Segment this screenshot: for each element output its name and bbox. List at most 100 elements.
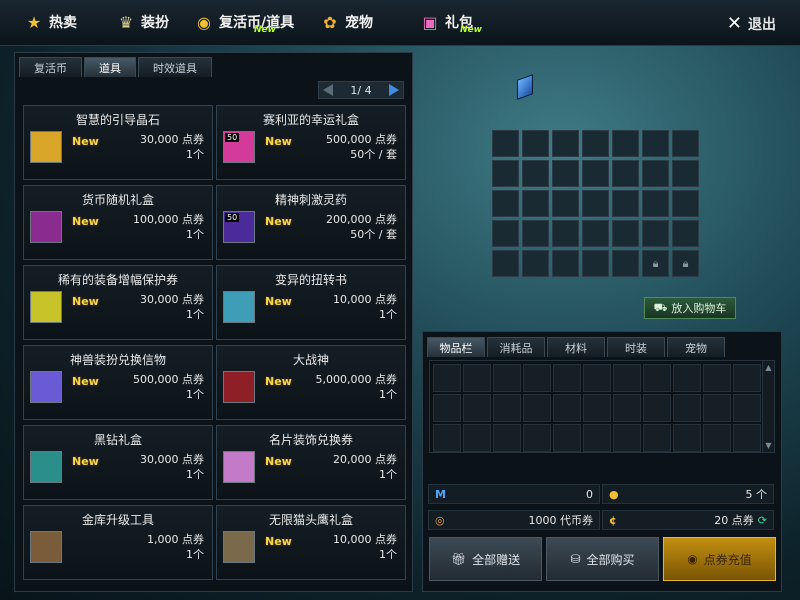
inventory-slot[interactable] xyxy=(673,394,701,422)
shop-item-card[interactable]: 智慧的引导晶石 New 30,000 点券 1个 xyxy=(23,105,213,180)
preview-slot[interactable] xyxy=(522,250,549,277)
inventory-slot[interactable] xyxy=(493,394,521,422)
tab-inventory[interactable]: 物品栏 xyxy=(427,337,485,357)
inventory-slot[interactable] xyxy=(433,394,461,422)
tab-timed-items[interactable]: 时效道具 xyxy=(138,57,212,77)
preview-slot[interactable] xyxy=(492,160,519,187)
buy-all-button[interactable]: ⛁ 全部购买 xyxy=(546,537,659,581)
tab-pets[interactable]: 宠物 xyxy=(667,337,725,357)
locked-slot[interactable]: 🔒︎ xyxy=(642,250,669,277)
preview-slot[interactable] xyxy=(612,160,639,187)
shop-item-card[interactable]: 金库升级工具 1,000 点券 1个 xyxy=(23,505,213,580)
shop-item-card[interactable]: 无限猫头鹰礼盒 New 10,000 点券 1个 xyxy=(216,505,406,580)
inventory-slot[interactable] xyxy=(523,364,551,392)
preview-slot[interactable] xyxy=(612,130,639,157)
inventory-slot[interactable] xyxy=(493,364,521,392)
inventory-slot[interactable] xyxy=(583,424,611,452)
inventory-slot[interactable] xyxy=(673,364,701,392)
inventory-slot[interactable] xyxy=(553,364,581,392)
inventory-slot[interactable] xyxy=(583,394,611,422)
shop-item-card[interactable]: 精神刺激灵药 50 New 200,000 点券 50个 / 套 xyxy=(216,185,406,260)
prev-page-icon[interactable] xyxy=(323,84,333,96)
inventory-slot[interactable] xyxy=(613,394,641,422)
nav-pet[interactable]: ✿ 宠物 xyxy=(320,8,373,36)
nav-outfit[interactable]: ♛ 装扮 xyxy=(116,8,169,36)
preview-slot[interactable] xyxy=(672,130,699,157)
inventory-slot[interactable] xyxy=(463,424,491,452)
inventory-slot[interactable] xyxy=(583,364,611,392)
inventory-slot[interactable] xyxy=(703,424,731,452)
shop-item-card[interactable]: 大战神 New 5,000,000 点券 1个 xyxy=(216,345,406,420)
inventory-slot[interactable] xyxy=(733,394,761,422)
preview-slot[interactable] xyxy=(552,250,579,277)
preview-slot[interactable] xyxy=(582,130,609,157)
preview-slot[interactable] xyxy=(492,130,519,157)
inventory-slot[interactable] xyxy=(643,424,671,452)
inventory-scrollbar[interactable]: ▲ ▼ xyxy=(762,361,774,452)
tab-fashion[interactable]: 时装 xyxy=(607,337,665,357)
nav-gift[interactable]: ▣ 礼包 New xyxy=(420,8,482,36)
preview-slot[interactable] xyxy=(552,130,579,157)
tab-revive-coin[interactable]: 复活币 xyxy=(19,57,82,77)
preview-slot[interactable] xyxy=(672,190,699,217)
preview-slot[interactable] xyxy=(552,160,579,187)
preview-slot[interactable] xyxy=(582,190,609,217)
inventory-slot[interactable] xyxy=(613,364,641,392)
locked-slot[interactable]: 🔒︎ xyxy=(672,250,699,277)
preview-slot[interactable] xyxy=(492,190,519,217)
preview-slot[interactable] xyxy=(552,220,579,247)
recharge-button[interactable]: ◉ 点券充值 xyxy=(663,537,776,581)
preview-slot[interactable] xyxy=(642,190,669,217)
shop-item-card[interactable]: 黑钻礼盒 New 30,000 点券 1个 xyxy=(23,425,213,500)
inventory-slot[interactable] xyxy=(553,394,581,422)
inventory-slot[interactable] xyxy=(493,424,521,452)
inventory-slot[interactable] xyxy=(703,364,731,392)
inventory-slot[interactable] xyxy=(463,394,491,422)
inventory-slot[interactable] xyxy=(643,364,671,392)
shop-item-card[interactable]: 稀有的装备增幅保护券 New 30,000 点券 1个 xyxy=(23,265,213,340)
preview-slot[interactable] xyxy=(492,250,519,277)
inventory-slot[interactable] xyxy=(643,394,671,422)
gift-all-button[interactable]: 🎁︎ 全部赠送 xyxy=(429,537,542,581)
preview-slot[interactable] xyxy=(612,220,639,247)
inventory-slot[interactable] xyxy=(703,394,731,422)
preview-slot[interactable] xyxy=(582,250,609,277)
refresh-icon[interactable]: ⟳ xyxy=(758,514,767,527)
preview-slot[interactable] xyxy=(552,190,579,217)
inventory-slot[interactable] xyxy=(523,424,551,452)
nav-hot[interactable]: ★ 热卖 xyxy=(24,8,77,36)
shop-item-card[interactable]: 变异的扭转书 New 10,000 点券 1个 xyxy=(216,265,406,340)
inventory-slot[interactable] xyxy=(733,424,761,452)
preview-slot[interactable] xyxy=(672,220,699,247)
inventory-slot[interactable] xyxy=(673,424,701,452)
preview-slot[interactable] xyxy=(612,250,639,277)
inventory-slot[interactable] xyxy=(433,424,461,452)
inventory-slot[interactable] xyxy=(463,364,491,392)
shop-item-card[interactable]: 神兽装扮兑换信物 New 500,000 点券 1个 xyxy=(23,345,213,420)
preview-slot[interactable] xyxy=(612,190,639,217)
next-page-icon[interactable] xyxy=(388,84,399,96)
inventory-slot[interactable] xyxy=(613,424,641,452)
tab-consumables[interactable]: 消耗品 xyxy=(487,337,545,357)
tab-items[interactable]: 道具 xyxy=(84,57,136,77)
inventory-slot[interactable] xyxy=(553,424,581,452)
nav-revive[interactable]: ◉ 复活币/道具 New xyxy=(194,8,294,36)
preview-slot[interactable] xyxy=(522,190,549,217)
exit-button[interactable]: ✕ 退出 xyxy=(727,13,776,34)
scroll-up-icon[interactable]: ▲ xyxy=(765,363,771,372)
preview-slot[interactable] xyxy=(642,160,669,187)
preview-slot[interactable] xyxy=(522,130,549,157)
preview-slot[interactable] xyxy=(642,130,669,157)
preview-slot[interactable] xyxy=(582,220,609,247)
preview-slot[interactable] xyxy=(522,220,549,247)
preview-slot[interactable] xyxy=(492,220,519,247)
shop-item-card[interactable]: 名片装饰兑换券 New 20,000 点券 1个 xyxy=(216,425,406,500)
tab-materials[interactable]: 材料 xyxy=(547,337,605,357)
shop-item-card[interactable]: 货币随机礼盒 New 100,000 点券 1个 xyxy=(23,185,213,260)
inventory-slot[interactable] xyxy=(733,364,761,392)
preview-slot[interactable] xyxy=(582,160,609,187)
shop-item-card[interactable]: 赛利亚的幸运礼盒 50 New 500,000 点券 50个 / 套 xyxy=(216,105,406,180)
add-to-cart-button[interactable]: ⛟ 放入购物车 xyxy=(644,297,736,319)
scroll-down-icon[interactable]: ▼ xyxy=(765,441,771,450)
preview-slot[interactable] xyxy=(642,220,669,247)
